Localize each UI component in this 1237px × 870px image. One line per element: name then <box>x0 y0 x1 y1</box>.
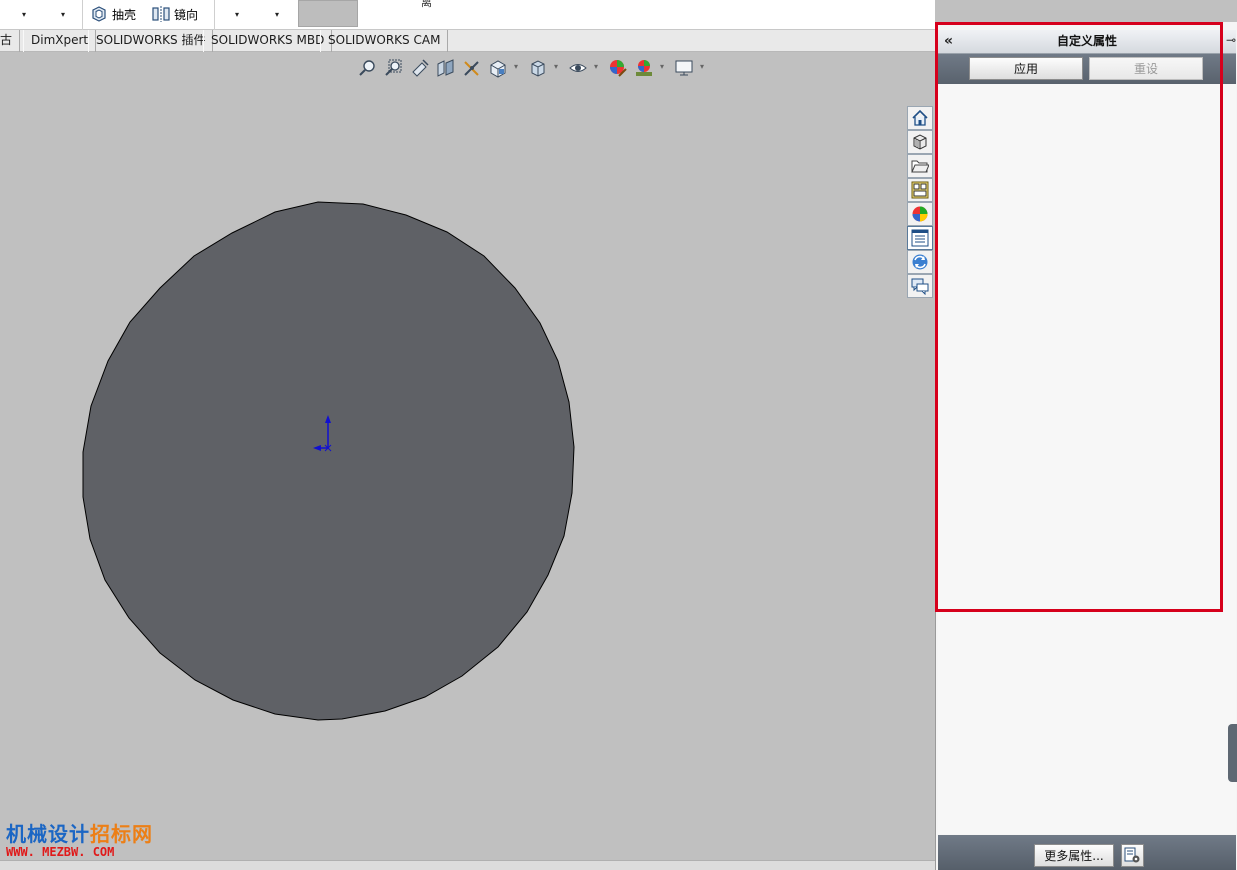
watermark-logo: 机械设计招标网 WWW. MEZBW. COM <box>6 818 153 859</box>
task-tab-view-palette[interactable] <box>907 178 933 202</box>
tab-dimxpert[interactable]: DimXpert <box>23 30 97 52</box>
tab-partial[interactable]: 古 <box>0 30 21 52</box>
settings-gear-icon <box>1124 847 1140 863</box>
reset-button[interactable]: 重设 <box>1089 57 1203 80</box>
toolbar-separator <box>214 0 215 30</box>
mirror-icon <box>152 6 170 22</box>
section-view-icon[interactable] <box>436 58 456 78</box>
dropdown-arrow-icon[interactable]: ▾ <box>19 4 29 24</box>
view-orientation-dropdown-icon[interactable]: ▾ <box>514 62 518 71</box>
dropdown-arrow-icon[interactable]: ▾ <box>58 4 68 24</box>
home-icon <box>912 109 928 126</box>
shell-button[interactable]: 抽壳 <box>90 4 136 24</box>
model-canvas <box>82 201 575 721</box>
task-tab-home[interactable] <box>907 106 933 130</box>
file-explorer-icon <box>911 160 929 173</box>
property-options-button[interactable] <box>1121 844 1144 867</box>
tab-solidworks-addins[interactable]: SOLIDWORKS 插件 <box>88 30 214 52</box>
task-tab-forum[interactable] <box>907 274 933 298</box>
zoom-to-area-icon[interactable] <box>384 58 404 78</box>
design-library-icon <box>913 134 927 150</box>
heads-up-view-toolbar: ▾ ▾ ▾ ▾ ▾ <box>358 58 708 78</box>
watermark-name-part2: 招标网 <box>90 822 153 846</box>
shell-label: 抽壳 <box>112 7 137 22</box>
panel-header: « 自定义属性 ⊸ <box>938 30 1236 54</box>
toolbar-label: 离 <box>421 0 432 9</box>
view-settings-dropdown-icon[interactable]: ▾ <box>700 62 704 71</box>
task-tab-custom-properties[interactable] <box>907 226 933 250</box>
view-settings-icon[interactable] <box>674 58 694 78</box>
apply-button[interactable]: 应用 <box>969 57 1083 80</box>
task-tab-solidworks-resources[interactable] <box>907 250 933 274</box>
hide-show-dropdown-icon[interactable]: ▾ <box>594 62 598 71</box>
custom-properties-icon <box>911 229 929 247</box>
task-tab-appearances[interactable] <box>907 202 933 226</box>
command-manager-tabs: 古 DimXpert SOLIDWORKS 插件 SOLIDWORKS MBD … <box>0 30 935 52</box>
previous-view-icon[interactable] <box>410 58 430 78</box>
solidworks-resources-icon <box>912 254 928 270</box>
watermark-name: 机械设计招标网 <box>6 818 153 847</box>
panel-footer: 更多属性... <box>938 835 1236 870</box>
zoom-to-fit-icon[interactable] <box>358 58 378 78</box>
task-tab-design-library[interactable] <box>907 130 933 154</box>
status-bar <box>0 860 935 870</box>
command-toolbar: ▾ ▾ 抽壳 镜向 ▾ ▾ 离 <box>0 0 935 30</box>
shell-icon <box>92 6 106 22</box>
dynamic-annotation-icon[interactable] <box>462 58 482 78</box>
task-tab-file-explorer[interactable] <box>907 154 933 178</box>
panel-button-strip: 应用 重设 <box>938 54 1236 84</box>
dropdown-arrow-icon[interactable]: ▾ <box>272 4 282 24</box>
watermark-name-part1: 机械设计 <box>6 822 90 846</box>
more-properties-button[interactable]: 更多属性... <box>1034 844 1114 867</box>
color-swatch-button[interactable] <box>298 0 358 27</box>
edit-appearance-icon[interactable] <box>608 58 628 78</box>
custom-properties-panel: « 自定义属性 ⊸ 应用 重设 更多属性... <box>935 22 1237 870</box>
display-style-dropdown-icon[interactable]: ▾ <box>554 62 558 71</box>
side-slider-handle[interactable] <box>1228 724 1237 782</box>
view-orientation-icon[interactable] <box>488 58 508 78</box>
panel-title: 自定义属性 <box>1056 34 1117 48</box>
apply-scene-icon[interactable] <box>634 58 654 78</box>
view-palette-icon <box>911 181 929 199</box>
mirror-button[interactable]: 镜向 <box>152 4 198 24</box>
display-style-icon[interactable] <box>528 58 548 78</box>
watermark-url: WWW. MEZBW. COM <box>6 845 115 859</box>
pin-icon[interactable]: ⊸ <box>1226 33 1236 47</box>
properties-area <box>938 84 1236 834</box>
mirror-label: 镜向 <box>174 7 199 22</box>
tab-solidworks-cam[interactable]: SOLIDWORKS CAM <box>320 30 449 52</box>
dropdown-arrow-icon[interactable]: ▾ <box>232 4 242 24</box>
tab-solidworks-mbd[interactable]: SOLIDWORKS MBD <box>203 30 333 52</box>
graphics-area[interactable] <box>0 52 935 860</box>
hide-show-items-icon[interactable] <box>568 58 588 78</box>
toolbar-separator <box>82 0 83 30</box>
apply-scene-dropdown-icon[interactable]: ▾ <box>660 62 664 71</box>
forum-icon <box>911 278 929 295</box>
appearances-icon <box>912 206 928 222</box>
circular-model-face[interactable] <box>82 201 575 721</box>
